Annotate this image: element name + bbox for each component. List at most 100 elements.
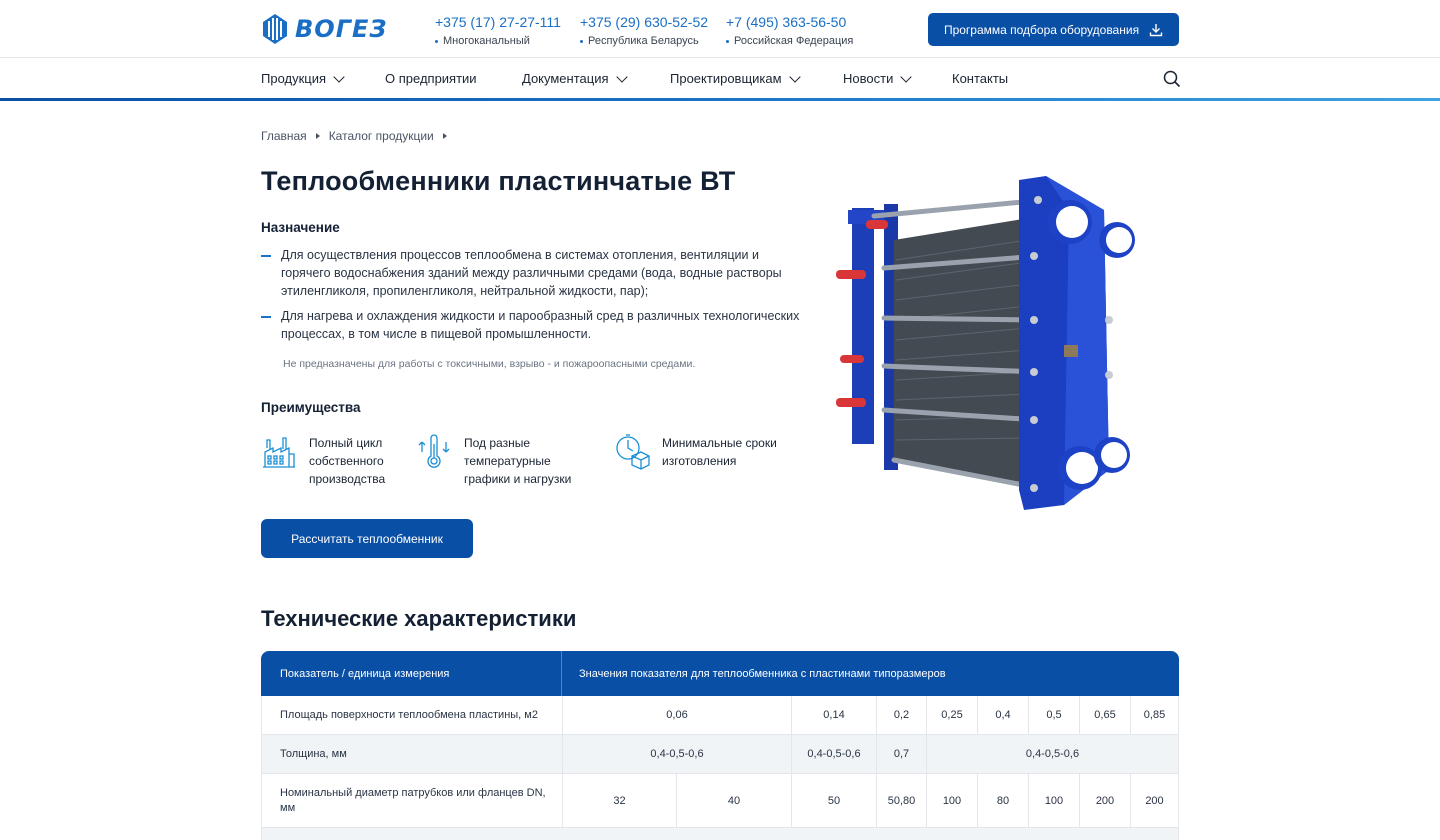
list-item: Для осуществления процессов теплообмена … xyxy=(261,246,801,300)
nav-item-news[interactable]: Новости xyxy=(843,70,912,86)
table-cell: 80 xyxy=(977,774,1028,827)
table-cell: 0,4-0,5-0,6 xyxy=(926,735,1178,773)
phone-number[interactable]: +7 (495) 363-56-50 xyxy=(726,14,853,30)
phone-label: Российская Федерация xyxy=(734,35,854,47)
table-header: Показатель / единица измерения Значения … xyxy=(261,651,1179,696)
dot-icon xyxy=(726,39,729,43)
phone-label: Многоканальный xyxy=(443,35,530,47)
chevron-down-icon xyxy=(788,70,801,83)
page-title: Теплообменники пластинчатые ВТ xyxy=(261,166,736,196)
table-cell: 0,65 xyxy=(1079,696,1130,734)
advantage-text: Минимальные сроки изготовления xyxy=(662,436,777,468)
search-icon[interactable] xyxy=(1163,70,1181,88)
dash-icon xyxy=(261,255,271,257)
advantage-item: Под разные температурные графики и нагру… xyxy=(416,434,584,488)
top-header: ВОГЕЗ +375 (17) 27-27-111 Многоканальный… xyxy=(0,0,1440,58)
nav-accent-line xyxy=(0,98,1440,101)
nav-item-designers[interactable]: Проектировщикам xyxy=(670,70,801,86)
table-cell: 0,4-0,5-0,6 xyxy=(562,735,791,773)
table-cell: 0,2 xyxy=(876,696,926,734)
list-item: Для нагрева и охлаждения жидкости и паро… xyxy=(261,307,801,343)
calculate-exchanger-button[interactable]: Рассчитать теплообменник xyxy=(261,519,473,558)
table-cell: 100 xyxy=(926,774,977,827)
row-label: Площадь поверхности теплообмена пластины… xyxy=(280,708,538,721)
factory-icon xyxy=(263,437,295,468)
advantage-text: Под разные температурные графики и нагру… xyxy=(464,436,572,486)
table-row xyxy=(261,828,1179,840)
nav-label: Продукция xyxy=(261,71,327,86)
table-cell: 200 xyxy=(1130,774,1178,827)
column-header: Значения показателя для теплообменника с… xyxy=(579,668,946,680)
table-cell: 0,25 xyxy=(926,696,977,734)
phone-number[interactable]: +375 (29) 630-52-52 xyxy=(580,14,708,30)
nav-item-products[interactable]: Продукция xyxy=(261,70,345,86)
table-row: Номинальный диаметр патрубков или фланце… xyxy=(261,774,1179,828)
logo-mark-icon xyxy=(263,14,287,44)
equipment-selection-button[interactable]: Программа подбора оборудования xyxy=(928,13,1179,46)
table-cell: 50 xyxy=(791,774,876,827)
dot-icon xyxy=(435,39,438,43)
advantage-item: Минимальные сроки изготовления xyxy=(614,434,792,470)
nav-item-documentation[interactable]: Документация xyxy=(522,70,628,86)
table-cell: 0,85 xyxy=(1130,696,1178,734)
list-item-text: Для нагрева и охлаждения жидкости и паро… xyxy=(281,309,800,341)
table-cell: 0,14 xyxy=(791,696,876,734)
nav-label: О предприятии xyxy=(385,71,477,86)
advantage-item: Полный цикл собственного производства xyxy=(261,434,399,488)
nav-label: Новости xyxy=(843,71,894,86)
list-item-text: Для осуществления процессов теплообмена … xyxy=(281,248,782,298)
table-row: Площадь поверхности теплообмена пластины… xyxy=(261,696,1179,735)
breadcrumb-arrow-icon xyxy=(442,133,447,139)
nav-label: Проектировщикам xyxy=(670,71,782,86)
dash-icon xyxy=(261,316,271,318)
purpose-list: Для осуществления процессов теплообмена … xyxy=(261,246,801,350)
header-divider xyxy=(561,651,562,696)
phone-number[interactable]: +375 (17) 27-27-111 xyxy=(435,14,561,30)
table-cell: 200 xyxy=(1079,774,1130,827)
chevron-down-icon xyxy=(333,70,345,83)
chevron-down-icon xyxy=(615,70,628,83)
dot-icon xyxy=(580,39,583,43)
download-icon xyxy=(1149,23,1163,36)
table-cell: 0,4-0,5-0,6 xyxy=(791,735,876,773)
table-cell: 0,7 xyxy=(876,735,926,773)
usage-note: Не предназначены для работы с токсичными… xyxy=(283,358,696,370)
breadcrumb-home[interactable]: Главная xyxy=(261,129,307,143)
breadcrumb-catalog[interactable]: Каталог продукции xyxy=(329,129,434,143)
nav-label: Документация xyxy=(522,71,609,86)
breadcrumb-arrow-icon xyxy=(315,133,320,139)
nav-item-about[interactable]: О предприятии xyxy=(385,71,477,86)
purpose-heading: Назначение xyxy=(261,220,340,235)
chevron-down-icon xyxy=(900,70,912,83)
phone-2[interactable]: +375 (29) 630-52-52 Республика Беларусь xyxy=(580,14,708,47)
table-cell: 32 xyxy=(562,774,676,827)
main-nav: Продукция О предприятии Документация Про… xyxy=(0,58,1440,100)
table-cell: 50,80 xyxy=(876,774,926,827)
specs-table: Показатель / единица измерения Значения … xyxy=(261,651,1179,840)
phone-1[interactable]: +375 (17) 27-27-111 Многоканальный xyxy=(435,14,561,47)
advantage-text: Полный цикл собственного производства xyxy=(309,436,386,486)
plate-heat-exchanger-image xyxy=(836,176,1135,510)
phone-label: Республика Беларусь xyxy=(588,35,699,47)
stopwatch-box-icon xyxy=(616,434,650,470)
logo[interactable]: ВОГЕЗ xyxy=(261,12,387,46)
phone-3[interactable]: +7 (495) 363-56-50 Российская Федерация xyxy=(726,14,853,47)
table-cell: 0,5 xyxy=(1028,696,1079,734)
table-cell: 40 xyxy=(676,774,791,827)
column-header: Показатель / единица измерения xyxy=(280,668,450,680)
table-cell: 0,4 xyxy=(977,696,1028,734)
equipment-selection-label: Программа подбора оборудования xyxy=(943,22,1140,37)
row-label: Толщина, мм xyxy=(280,747,347,760)
advantages-heading: Преимущества xyxy=(261,400,361,415)
table-cell: 0,06 xyxy=(562,696,791,734)
nav-item-contacts[interactable]: Контакты xyxy=(952,71,1008,86)
thermometer-icon xyxy=(418,434,450,468)
table-row: Толщина, мм 0,4-0,5-0,6 0,4-0,5-0,6 0,7 … xyxy=(261,735,1179,774)
page: ВОГЕЗ +375 (17) 27-27-111 Многоканальный… xyxy=(0,0,1440,840)
logo-text: ВОГЕЗ xyxy=(295,15,388,43)
specs-heading: Технические характеристики xyxy=(261,606,577,631)
breadcrumb: Главная Каталог продукции xyxy=(261,129,447,143)
table-cell: 100 xyxy=(1028,774,1079,827)
nav-label: Контакты xyxy=(952,71,1009,86)
row-label: Номинальный диаметр патрубков или фланце… xyxy=(280,786,546,814)
